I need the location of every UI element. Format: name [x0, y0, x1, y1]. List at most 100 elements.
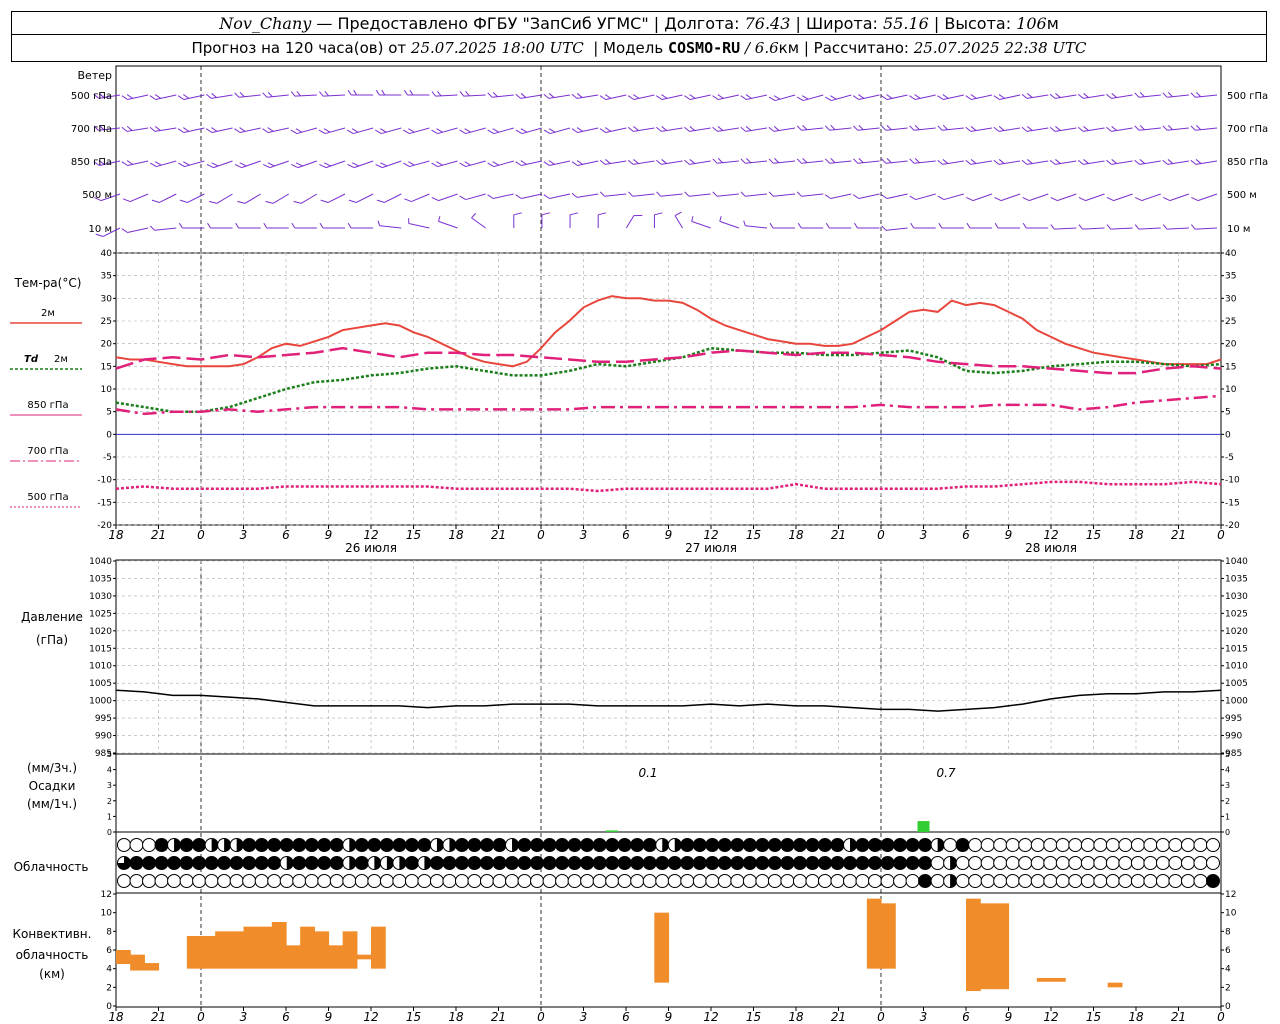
- cloud-symbol: [655, 874, 670, 888]
- wind-barb: [262, 91, 289, 98]
- cloud-symbol: [592, 856, 607, 870]
- conv-tick-left: 8: [106, 927, 112, 937]
- precip-label-1: 0.1: [638, 766, 657, 780]
- legend-500-label: 500 гПа: [27, 492, 68, 503]
- cloud-symbol: [717, 838, 732, 852]
- wind-barb: [881, 124, 908, 131]
- wind-barb: [149, 225, 177, 231]
- cloud-symbol: [329, 838, 344, 852]
- wind-barb: [320, 193, 346, 203]
- pressure-title: Давление: [21, 610, 83, 624]
- wind-barb: [122, 193, 149, 203]
- cloud-symbol: [404, 838, 419, 852]
- temp-tick-right: 0: [1225, 430, 1231, 440]
- cloud-symbol: [1018, 874, 1033, 888]
- wind-barb: [515, 193, 543, 200]
- cloud-symbol: [292, 856, 307, 870]
- pres-tick-right: 1020: [1225, 627, 1248, 637]
- temp-tick-left: 20: [101, 340, 113, 350]
- wind-barb: [1134, 124, 1161, 131]
- wind-barb: [824, 193, 852, 200]
- pres-tick-right: 1000: [1225, 697, 1248, 707]
- cloud-symbol: [705, 874, 720, 888]
- wind-barb: [431, 160, 458, 168]
- cloud-symbol: [930, 856, 945, 870]
- conv-title-2: облачность: [16, 948, 89, 962]
- wind-barb: [237, 193, 261, 204]
- cloud-symbol: [1130, 874, 1145, 888]
- wind-barb: [515, 160, 543, 167]
- wind-barb: [740, 191, 768, 197]
- conv-tick-left: 10: [101, 909, 113, 919]
- cloud-symbol: [1155, 838, 1170, 852]
- wind-barb: [290, 127, 318, 135]
- time-axis-top-hour-label: 18: [108, 528, 124, 542]
- wind-barb: [121, 94, 149, 101]
- wind-barb: [712, 94, 739, 101]
- wind-barb: [797, 222, 824, 229]
- conv-bar-4: [201, 936, 216, 969]
- time-axis-bottom-hour-label: 3: [920, 1010, 928, 1024]
- wind-barb: [1106, 224, 1133, 230]
- cloud-symbol: [1206, 874, 1220, 888]
- cloud-symbol: [142, 856, 157, 870]
- precip-1h-label: (мм/1ч.): [27, 797, 77, 811]
- cloud-symbol: [242, 874, 257, 888]
- wind-barb: [459, 90, 486, 97]
- prec-tick-right: 4: [1225, 766, 1230, 775]
- cloud-symbol: [517, 874, 532, 888]
- cloud-symbol: [555, 856, 570, 870]
- cloud-symbol: [354, 838, 369, 852]
- wind-barb: [1162, 124, 1189, 131]
- cloud-symbol: [217, 838, 232, 852]
- cloud-symbol: [843, 856, 857, 870]
- wind-barb: [149, 126, 177, 132]
- cloud-symbol: [467, 874, 482, 888]
- wind-barb: [740, 157, 768, 164]
- wind-barb: [938, 222, 964, 229]
- cloud-symbol: [279, 874, 294, 888]
- temp-tick-right: -10: [1225, 476, 1240, 486]
- cloud-symbol: [805, 856, 820, 870]
- wind-barb: [993, 126, 1021, 132]
- wind-barb: [262, 127, 289, 134]
- wind-barb: [431, 127, 458, 135]
- wind-barb: [769, 222, 796, 229]
- wind-level-700hpa: 700 гПа: [71, 124, 112, 135]
- time-axis-top-hour-label: 3: [920, 528, 928, 542]
- cloud-symbol: [1180, 874, 1195, 888]
- wind-barb: [628, 191, 655, 197]
- cloud-symbol: [605, 874, 620, 888]
- wind-barb: [408, 218, 430, 229]
- pres-tick-right: 995: [1225, 714, 1242, 724]
- cloud-symbol: [317, 838, 332, 852]
- wind-barb: [824, 124, 852, 131]
- legend-850-label: 850 гПа: [27, 400, 68, 411]
- cloud-symbol: [129, 856, 144, 870]
- wind-barb: [719, 216, 739, 229]
- cloud-symbol: [1080, 874, 1095, 888]
- time-axis-top-hour-label: 18: [448, 528, 464, 542]
- wind-barb: [1049, 126, 1077, 132]
- cloud-symbol: [317, 856, 332, 870]
- cloud-symbol: [655, 838, 670, 852]
- wind-barb: [262, 160, 289, 169]
- wind-barb: [937, 124, 964, 131]
- wind-barb: [881, 157, 908, 164]
- cloud-symbol: [304, 838, 319, 852]
- wind-barb: [207, 222, 233, 229]
- cloud-symbol: [642, 838, 657, 852]
- prec-tick-right: 2: [1225, 797, 1230, 806]
- wind-barb: [1162, 91, 1189, 98]
- temp-tick-right: 40: [1225, 249, 1237, 259]
- time-axis-bottom-hour-label: 15: [1086, 1010, 1101, 1024]
- pres-tick-left: 1035: [89, 574, 112, 584]
- cloud-symbol: [1080, 856, 1095, 870]
- wind-barb: [965, 159, 993, 165]
- wind-barb: [909, 124, 936, 131]
- conv-tick-left: 12: [101, 890, 112, 900]
- cloud-symbol: [1130, 838, 1145, 852]
- wind-barb: [627, 126, 655, 132]
- wind-barb: [994, 222, 1021, 229]
- wind-title: Ветер: [78, 69, 112, 82]
